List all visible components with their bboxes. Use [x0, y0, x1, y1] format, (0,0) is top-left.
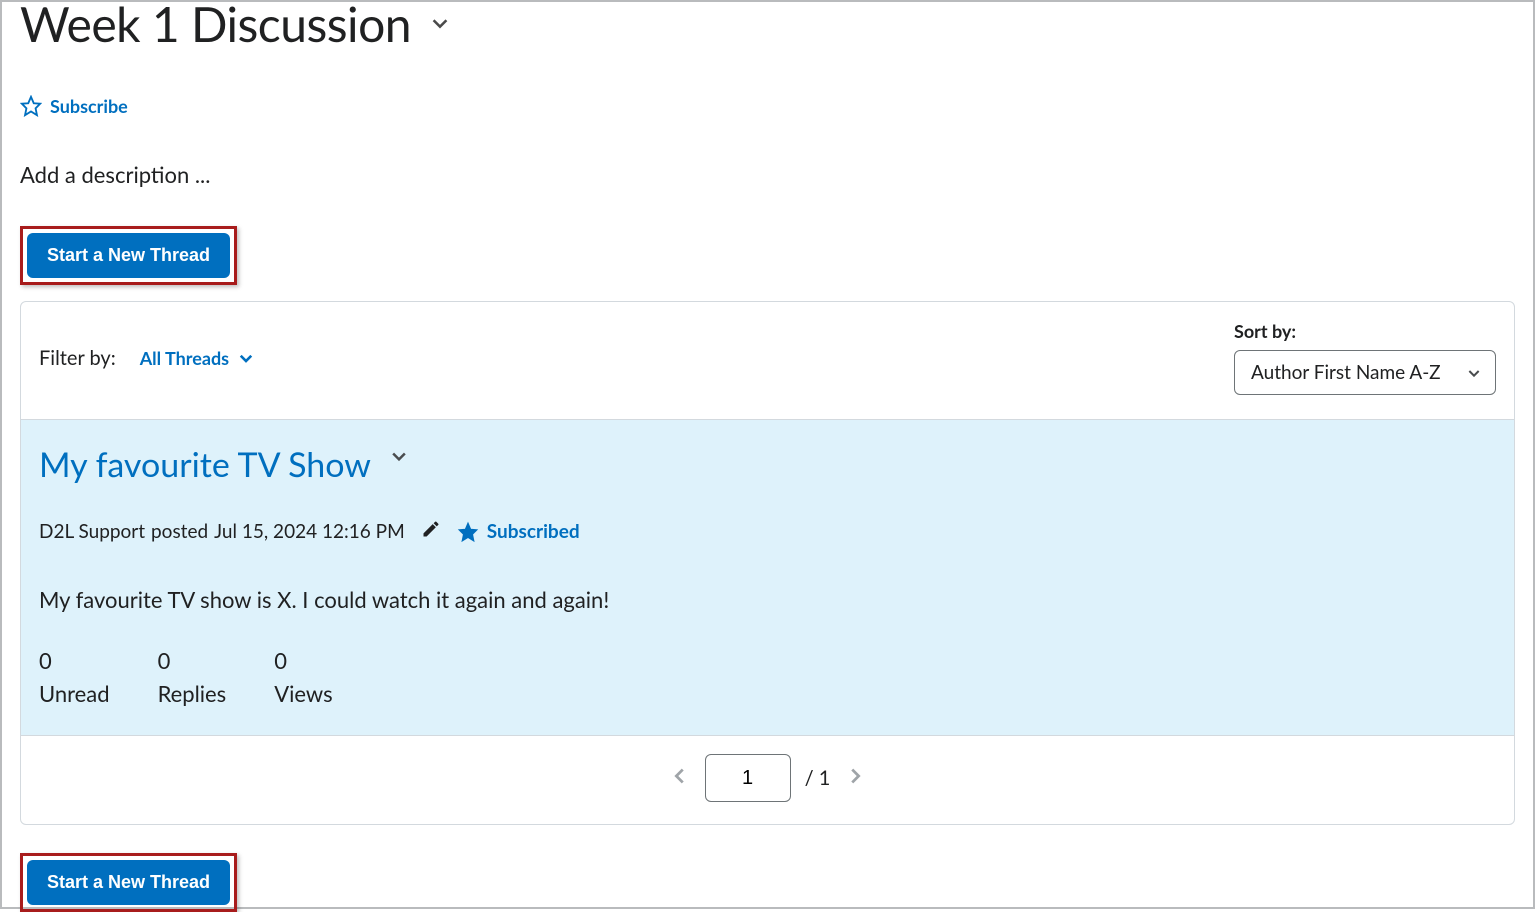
- new-thread-highlight-top: Start a New Thread: [20, 226, 237, 285]
- filter-label: Filter by:: [39, 346, 116, 370]
- start-new-thread-button-top[interactable]: Start a New Thread: [27, 233, 230, 278]
- sort-select[interactable]: Author First Name A-Z: [1234, 350, 1496, 395]
- page-title-menu[interactable]: [429, 12, 451, 38]
- stat-replies-label: Replies: [158, 680, 227, 707]
- subscribe-label: Subscribe: [50, 95, 128, 117]
- pencil-icon: [421, 519, 441, 539]
- star-outline-icon: [20, 95, 42, 117]
- page-total: / 1: [805, 766, 831, 790]
- subscribed-toggle[interactable]: Subscribed: [457, 520, 580, 543]
- sort-label: Sort by:: [1234, 320, 1496, 342]
- page-prev-button[interactable]: [669, 765, 691, 791]
- stat-views-value: 0: [274, 647, 332, 674]
- filter-sort-bar: Filter by: All Threads Sort by: Author F…: [21, 302, 1514, 419]
- filter-value: All Threads: [140, 347, 229, 369]
- chevron-down-icon: [389, 446, 409, 466]
- chevron-right-icon: [844, 765, 866, 787]
- filter-dropdown[interactable]: All Threads: [140, 347, 255, 369]
- thread-posted-prefix: posted: [151, 520, 208, 543]
- start-new-thread-button-bottom[interactable]: Start a New Thread: [27, 860, 230, 905]
- stat-replies: 0 Replies: [158, 647, 227, 707]
- stat-views-label: Views: [274, 680, 332, 707]
- thread-author: D2L Support: [39, 520, 145, 543]
- edit-thread-button[interactable]: [421, 519, 441, 544]
- thread-posted-at: Jul 15, 2024 12:16 PM: [214, 520, 405, 543]
- chevron-down-icon: [237, 349, 255, 367]
- star-filled-icon: [457, 521, 479, 543]
- page-total-value: 1: [819, 766, 831, 790]
- thread-title-link[interactable]: My favourite TV Show: [39, 444, 371, 485]
- page-next-button[interactable]: [844, 765, 866, 791]
- thread-actions-menu[interactable]: [389, 446, 409, 470]
- stat-unread-label: Unread: [39, 680, 110, 707]
- stat-views: 0 Views: [274, 647, 332, 707]
- stat-unread-value: 0: [39, 647, 110, 674]
- thread-list: Filter by: All Threads Sort by: Author F…: [20, 301, 1515, 825]
- stat-unread: 0 Unread: [39, 647, 110, 707]
- page-title: Week 1 Discussion: [20, 0, 411, 53]
- chevron-left-icon: [669, 765, 691, 787]
- page-number-input[interactable]: [705, 754, 791, 802]
- chevron-down-icon: [429, 12, 451, 34]
- pagination: / 1: [21, 735, 1514, 824]
- new-thread-highlight-bottom: Start a New Thread: [20, 853, 237, 912]
- description-placeholder[interactable]: Add a description ...: [20, 161, 1515, 188]
- subscribe-toggle[interactable]: Subscribe: [20, 95, 1515, 117]
- subscribed-label: Subscribed: [487, 520, 580, 543]
- stat-replies-value: 0: [158, 647, 227, 674]
- thread-body: My favourite TV show is X. I could watch…: [39, 586, 1496, 613]
- thread-item: My favourite TV Show D2L Support posted …: [21, 419, 1514, 735]
